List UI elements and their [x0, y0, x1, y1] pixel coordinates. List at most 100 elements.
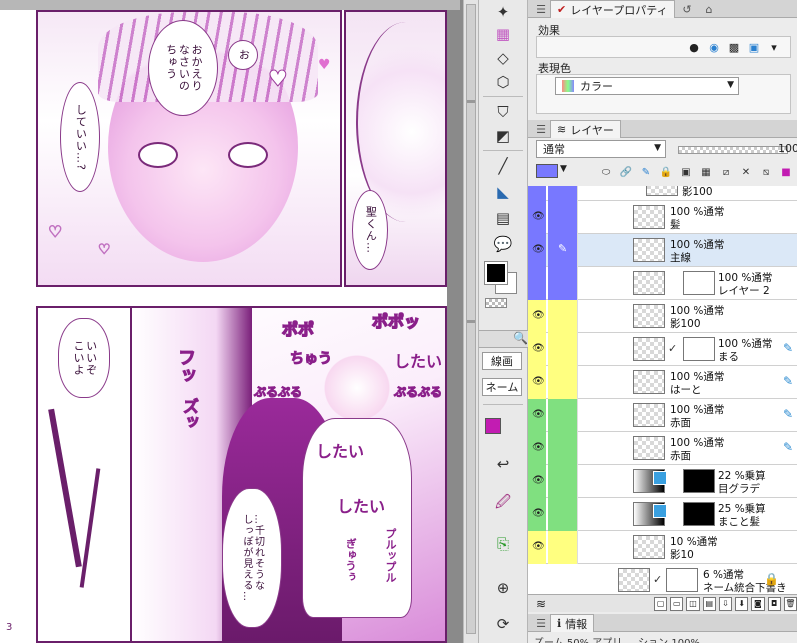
mask-icon[interactable]: ▦ [698, 164, 714, 180]
navigator-icon[interactable]: ⊕ [487, 576, 519, 600]
eye-icon[interactable]: 👁 [532, 211, 545, 222]
blend-mode-dropdown[interactable]: 通常 ▼ [536, 140, 666, 158]
layer-color-swatch[interactable] [536, 164, 558, 178]
layer-row[interactable]: 👁 22 %乗算 目グラデ [528, 465, 797, 498]
draft-layer-icon[interactable]: ✎ [638, 164, 654, 180]
layer-lock-cell[interactable] [548, 300, 578, 333]
history-tab-icon[interactable]: ↺ [678, 1, 696, 17]
canvas-area[interactable]: おかえり なさいの ちゅう お していい…? ♥ ♥ ♡ ♡ 聖くん… いいぞ … [0, 0, 478, 643]
new-vector-layer-icon[interactable]: ◫ [686, 596, 700, 611]
tab-info[interactable]: ℹ 情報 [550, 614, 595, 632]
panel-menu-icon[interactable]: ☰ [532, 615, 550, 631]
layer-lock-cell[interactable] [548, 333, 578, 366]
border-effect-icon[interactable]: ● [687, 40, 701, 54]
tone-effect-icon[interactable]: ◉ [707, 40, 721, 54]
layer-color-icon[interactable]: ■ [778, 164, 794, 180]
transfer-down-icon[interactable]: ⇩ [718, 596, 733, 611]
line-tool-icon[interactable]: ╱ [487, 154, 519, 178]
eye-icon[interactable]: 👁 [532, 244, 545, 255]
rotate-icon[interactable]: ⟳ [487, 612, 519, 636]
layer-color-icon[interactable]: ▣ [747, 40, 761, 54]
mask-delete-icon[interactable]: ⧅ [758, 164, 774, 180]
gradient-tool-icon[interactable]: ◩ [487, 124, 519, 148]
layer-row[interactable]: 👁 25 %乗算 まこと髪 [528, 498, 797, 531]
eye-icon[interactable]: 👁 [532, 541, 545, 552]
panel-menu-icon[interactable]: ☰ [532, 121, 550, 137]
layer-row[interactable]: 👁 100 %通常 赤面 ✎ [528, 399, 797, 432]
trash-icon[interactable]: 🗑 [783, 596, 797, 611]
lock-transparency-icon[interactable]: ▣ [678, 164, 694, 180]
clipping-icon[interactable]: ⬭ [598, 164, 614, 180]
export-document-icon[interactable]: ⎘ [487, 532, 519, 556]
manga-page[interactable]: おかえり なさいの ちゅう お していい…? ♥ ♥ ♡ ♡ 聖くん… いいぞ … [0, 10, 447, 643]
layer-row[interactable]: 👁 100 %通常 影100 [528, 300, 797, 333]
reference-layer-icon[interactable]: 🔗 [618, 164, 634, 180]
cube-tool-icon[interactable]: ⬡ [487, 70, 519, 94]
eye-icon[interactable]: 👁 [532, 310, 545, 321]
eye-icon[interactable]: 👁 [532, 475, 545, 486]
checkmark-icon[interactable]: ✓ [668, 342, 677, 355]
layers-icon[interactable]: ≋ [534, 597, 548, 611]
new-folder-icon[interactable]: ▤ [702, 596, 716, 611]
tone-pattern-icon[interactable]: ▩ [727, 40, 741, 54]
balloon-tool-icon[interactable]: 💬 [487, 232, 519, 256]
layer-row[interactable]: 👁 ✓ 100 %通常 まる ✎ [528, 333, 797, 366]
layer-lock-cell[interactable] [548, 267, 578, 300]
subtool-search-icon[interactable]: 🔍 [513, 331, 528, 345]
layer-lock-cell[interactable] [548, 465, 578, 498]
eye-icon[interactable]: 👁 [532, 343, 545, 354]
layer-lock-cell[interactable] [548, 432, 578, 465]
new-raster-layer-icon[interactable]: ▭ [670, 596, 684, 611]
transparent-color-swatch[interactable] [485, 298, 507, 308]
tab-layer-property[interactable]: ✔ レイヤープロパティ [550, 0, 675, 18]
eye-icon[interactable]: 👁 [532, 376, 545, 387]
lock-tab-icon[interactable]: ⌂ [700, 1, 718, 17]
checkmark-icon[interactable]: ✓ [653, 573, 662, 586]
pattern-tool-icon[interactable]: ▦ [487, 22, 519, 46]
layer-lock-cell[interactable] [548, 366, 578, 399]
close-icon[interactable]: ✕ [738, 164, 754, 180]
layer-list[interactable]: 影100 👁 100 %通常 髪 👁 ✎ 100 %通常 主線 100 %通常 … [528, 186, 797, 594]
combine-down-icon[interactable]: ⬇ [735, 596, 749, 611]
eye-icon[interactable]: 👁 [532, 442, 545, 453]
layer-lock-cell[interactable] [548, 531, 578, 564]
layer-row[interactable]: 👁 10 %通常 影10 [528, 531, 797, 564]
scrollbar-thumb[interactable] [466, 4, 476, 634]
eye-icon[interactable]: 👁 [532, 409, 545, 420]
undo-arrow-icon[interactable]: ↩ [487, 452, 519, 476]
canvas-vertical-scrollbar[interactable] [463, 0, 478, 643]
layer-lock-cell[interactable] [548, 399, 578, 432]
layer-row[interactable]: 影100 [528, 186, 797, 201]
display-color-dropdown[interactable]: カラー ▼ [555, 77, 739, 95]
new-page-icon[interactable]: ▢ [654, 596, 668, 611]
layer-lock-cell[interactable] [548, 186, 578, 201]
panel-menu-icon[interactable]: ☰ [532, 1, 550, 17]
mode-name-button[interactable]: ネーム [482, 378, 522, 396]
layer-row-selected[interactable]: 👁 ✎ 100 %通常 主線 [528, 234, 797, 267]
effect-dropdown-arrow-icon[interactable]: ▾ [767, 40, 781, 54]
tab-layer[interactable]: ≋ レイヤー [550, 120, 621, 138]
layer-lock-cell[interactable] [548, 498, 578, 531]
accent-color-swatch[interactable] [485, 418, 501, 434]
mask-create-icon[interactable]: ◙ [751, 596, 765, 611]
layer-lock-cell[interactable] [548, 201, 578, 234]
layer-row[interactable]: ✓ 6 %通常 ネーム統合下書き 🔒 [528, 564, 797, 594]
layer-row[interactable]: 👁 100 %通常 赤面 ✎ [528, 432, 797, 465]
layer-row[interactable]: 👁 100 %通常 髪 [528, 201, 797, 234]
frame-tool-icon[interactable]: ▤ [487, 206, 519, 230]
document-edit-icon[interactable]: 🖉 [487, 492, 519, 516]
eye-icon[interactable]: 👁 [532, 508, 545, 519]
mode-lineart-button[interactable]: 線画 [482, 352, 522, 370]
layer-row[interactable]: 100 %通常 レイヤー 2 [528, 267, 797, 300]
ruler-tool-icon[interactable]: ◣ [487, 180, 519, 204]
eraser-tool-icon[interactable]: ◇ [487, 46, 519, 70]
foreground-color-swatch[interactable] [484, 261, 508, 285]
chevron-down-icon[interactable]: ▼ [560, 164, 567, 174]
layer-row[interactable]: 👁 100 %通常 はーと ✎ [528, 366, 797, 399]
ruler-range-icon[interactable]: ⧄ [718, 164, 734, 180]
mask-apply-icon[interactable]: ◘ [767, 596, 781, 611]
fill-bucket-icon[interactable]: ⛉ [487, 100, 519, 124]
layer-lock-cell[interactable]: ✎ [548, 234, 578, 267]
lock-icon[interactable]: 🔒 [658, 164, 674, 180]
sparkle-tool-icon[interactable]: ✦ [487, 0, 519, 24]
